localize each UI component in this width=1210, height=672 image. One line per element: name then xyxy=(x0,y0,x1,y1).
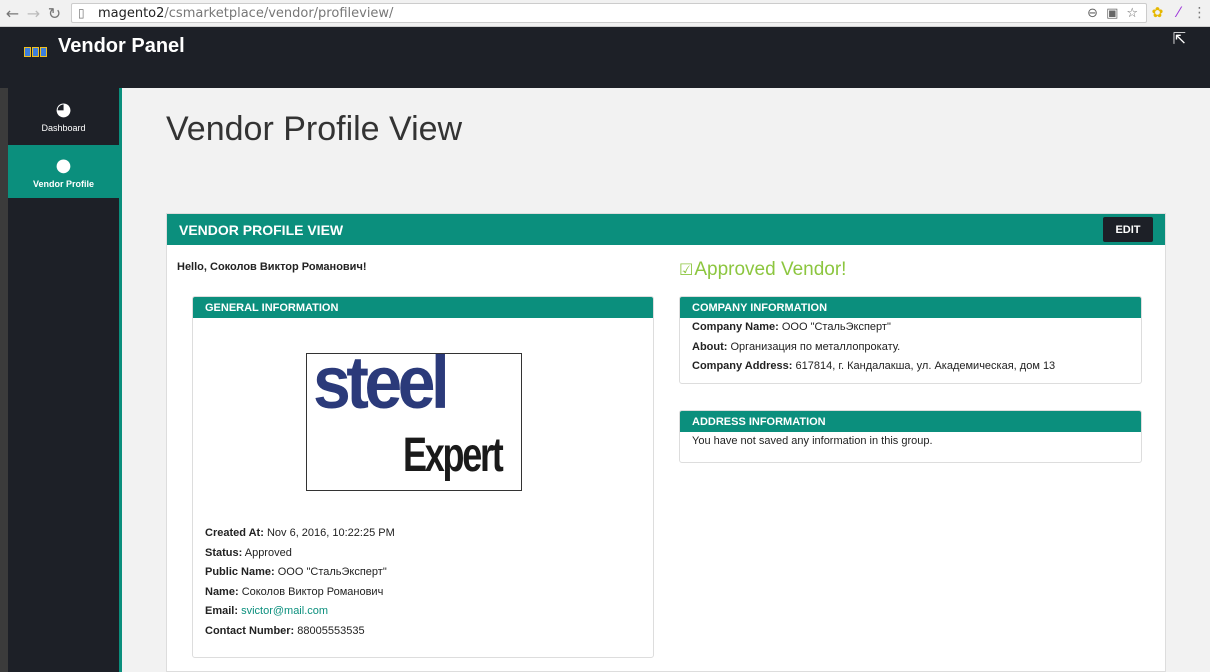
profile-panel: VENDOR PROFILE VIEW EDIT Hello, Соколов … xyxy=(166,213,1166,672)
public-name-row: Public Name: ООО "СтальЭксперт" xyxy=(205,563,395,583)
company-address-row: Company Address: 617814, г. Кандалакша, … xyxy=(692,357,1129,377)
created-at-row: Created At: Nov 6, 2016, 10:22:25 PM xyxy=(205,524,395,544)
address-information-box: ADDRESS INFORMATION You have not saved a… xyxy=(679,410,1142,463)
brand-title: Vendor Panel xyxy=(58,35,185,57)
company-info-body: Company Name: ООО "СтальЭксперт" About: … xyxy=(680,318,1141,377)
forward-icon[interactable]: → xyxy=(23,2,44,24)
name-label: Name: xyxy=(205,585,239,598)
url-path: /csmarketplace/vendor/profileview/ xyxy=(164,5,394,21)
browser-toolbar: ← → ↻ ▯ magento2/csmarketplace/vendor/pr… xyxy=(0,0,1210,27)
address-empty-text: You have not saved any information in th… xyxy=(692,435,933,447)
feather-extension-icon[interactable]: ⁄ xyxy=(1168,5,1189,21)
company-name-value: ООО "СтальЭксперт" xyxy=(781,321,891,333)
company-name-label: Company Name: xyxy=(692,321,779,333)
page-title: Vendor Profile View xyxy=(166,110,463,148)
page-icon: ▯ xyxy=(77,6,85,20)
public-name-value: ООО "СтальЭксперт" xyxy=(277,566,387,578)
company-information-header: COMPANY INFORMATION xyxy=(680,297,1141,318)
app-header: Vendor Panel ⇱ xyxy=(0,27,1210,88)
company-address-label: Company Address: xyxy=(692,360,793,372)
logo-text-expert: Expert xyxy=(403,429,504,482)
status-label: Status: xyxy=(205,546,243,559)
greeting: Hello, Соколов Виктор Романович! xyxy=(177,261,367,273)
user-icon: ● xyxy=(55,154,72,176)
status-row: Status: Approved xyxy=(205,544,395,564)
check-square-icon: ☑ xyxy=(679,260,694,279)
email-row: Email: svictor@mail.com xyxy=(205,602,395,622)
address-bar[interactable]: ▯ magento2/csmarketplace/vendor/profilev… xyxy=(70,3,1148,23)
created-at-label: Created At: xyxy=(205,527,264,539)
reload-icon[interactable]: ↻ xyxy=(44,2,65,24)
zoom-icon[interactable]: ⊖ xyxy=(1087,6,1098,21)
company-address-value: 617814, г. Кандалакша, ул. Академическая… xyxy=(795,360,1056,372)
sidebar-item-label: Dashboard xyxy=(41,122,86,133)
approved-status: ☑Approved Vendor! xyxy=(679,259,846,281)
panel-title: VENDOR PROFILE VIEW xyxy=(179,221,344,238)
about-label: About: xyxy=(692,340,728,353)
sidebar-item-dashboard[interactable]: ◕ Dashboard xyxy=(8,88,119,143)
sidebar-item-vendor-profile[interactable]: ● Vendor Profile xyxy=(8,145,119,198)
contact-row: Contact Number: 88005553535 xyxy=(205,622,395,642)
logo-text-steel: steel xyxy=(313,353,450,424)
about-value: Организация по металлопрокату. xyxy=(730,340,901,353)
sidebar: ◕ Dashboard ● Vendor Profile xyxy=(8,88,122,672)
extension-icon[interactable]: ✿ xyxy=(1147,5,1168,21)
contact-label: Contact Number: xyxy=(205,624,295,637)
vendor-panel-logo-icon xyxy=(24,40,50,57)
public-name-label: Public Name: xyxy=(205,566,275,578)
email-label: Email: xyxy=(205,605,239,617)
general-information-box: GENERAL INFORMATION steel Expert Created… xyxy=(192,296,654,658)
name-value: Соколов Виктор Романович xyxy=(241,585,384,598)
name-row: Name: Соколов Виктор Романович xyxy=(205,583,395,603)
email-link[interactable]: svictor@mail.com xyxy=(241,605,328,617)
dashboard-icon: ◕ xyxy=(55,98,72,120)
status-value: Approved xyxy=(244,546,292,559)
address-info-body: You have not saved any information in th… xyxy=(680,432,1141,452)
panel-header: VENDOR PROFILE VIEW EDIT xyxy=(167,214,1165,245)
sidebar-item-label: Vendor Profile xyxy=(32,178,94,189)
back-icon[interactable]: ← xyxy=(2,2,23,24)
general-info-list: Created At: Nov 6, 2016, 10:22:25 PM Sta… xyxy=(205,524,395,641)
company-information-box: COMPANY INFORMATION Company Name: ООО "С… xyxy=(679,296,1142,384)
brand[interactable]: Vendor Panel xyxy=(24,35,185,64)
general-information-header: GENERAL INFORMATION xyxy=(193,297,653,318)
bookmark-star-icon[interactable]: ☆ xyxy=(1126,6,1138,21)
translate-icon[interactable]: ▣ xyxy=(1106,6,1118,21)
url-host: magento2 xyxy=(97,5,165,21)
vendor-logo: steel Expert xyxy=(306,353,522,491)
edit-button[interactable]: EDIT xyxy=(1103,217,1153,242)
company-name-row: Company Name: ООО "СтальЭксперт" xyxy=(692,318,1129,338)
browser-menu-icon[interactable]: ⋮ xyxy=(1189,5,1210,21)
external-link-icon[interactable]: ⇱ xyxy=(1173,29,1186,48)
address-information-header: ADDRESS INFORMATION xyxy=(680,411,1141,432)
approved-text: Approved Vendor! xyxy=(694,259,847,280)
about-row: About: Организация по металлопрокату. xyxy=(692,338,1129,358)
contact-value: 88005553535 xyxy=(297,624,365,637)
created-at-value: Nov 6, 2016, 10:22:25 PM xyxy=(266,527,395,539)
left-edge xyxy=(0,88,8,672)
